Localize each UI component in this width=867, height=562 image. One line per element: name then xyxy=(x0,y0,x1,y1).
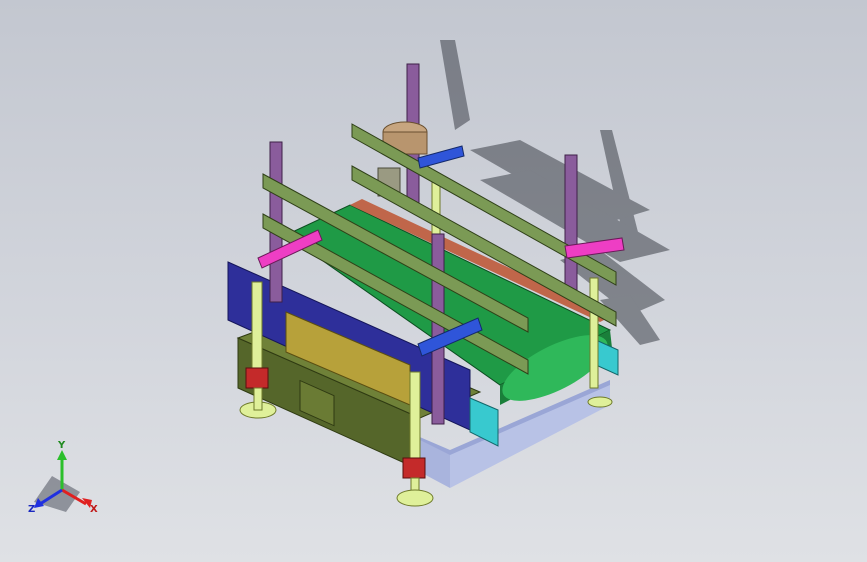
triad-graphic xyxy=(34,450,92,512)
x-axis-label: X xyxy=(90,504,98,515)
view-orientation-triad[interactable]: Y X Z xyxy=(22,440,112,526)
graphics-viewport[interactable]: Y X Z xyxy=(0,0,867,562)
z-axis-label: Z xyxy=(28,504,36,515)
y-axis-label: Y xyxy=(58,440,66,451)
model-scene[interactable] xyxy=(0,0,867,562)
